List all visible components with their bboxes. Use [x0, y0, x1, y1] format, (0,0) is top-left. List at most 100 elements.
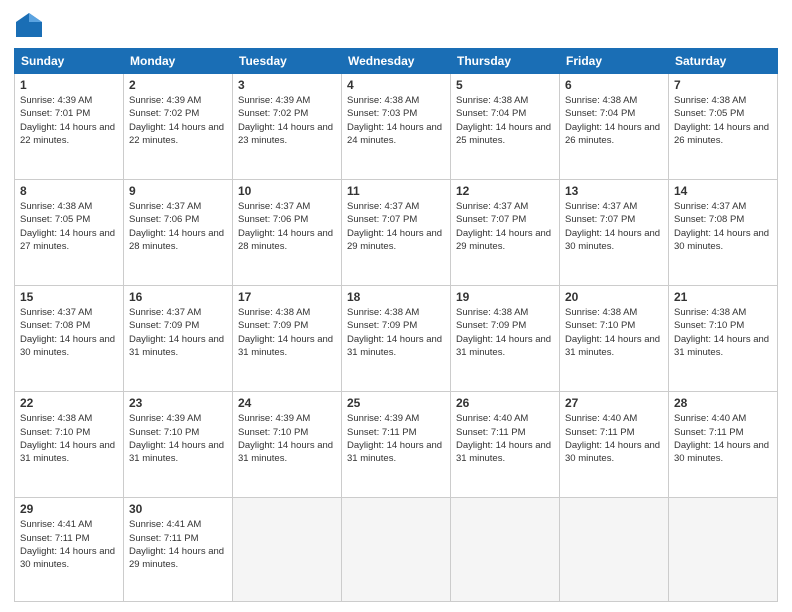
- calendar-header-sunday: Sunday: [15, 49, 124, 74]
- calendar-cell: 22 Sunrise: 4:38 AMSunset: 7:10 PMDayligh…: [15, 392, 124, 498]
- day-number: 8: [20, 184, 118, 198]
- day-info: Sunrise: 4:38 AMSunset: 7:10 PMDaylight:…: [674, 306, 772, 359]
- calendar-cell: 16 Sunrise: 4:37 AMSunset: 7:09 PMDayligh…: [124, 286, 233, 392]
- day-number: 2: [129, 78, 227, 92]
- day-info: Sunrise: 4:38 AMSunset: 7:09 PMDaylight:…: [238, 306, 336, 359]
- day-number: 25: [347, 396, 445, 410]
- day-info: Sunrise: 4:38 AMSunset: 7:04 PMDaylight:…: [456, 94, 554, 147]
- day-info: Sunrise: 4:40 AMSunset: 7:11 PMDaylight:…: [456, 412, 554, 465]
- calendar-header-tuesday: Tuesday: [233, 49, 342, 74]
- day-number: 4: [347, 78, 445, 92]
- day-info: Sunrise: 4:38 AMSunset: 7:05 PMDaylight:…: [674, 94, 772, 147]
- calendar-cell: 5 Sunrise: 4:38 AMSunset: 7:04 PMDaylight…: [451, 74, 560, 180]
- calendar-cell: 8 Sunrise: 4:38 AMSunset: 7:05 PMDaylight…: [15, 180, 124, 286]
- calendar-header-row: SundayMondayTuesdayWednesdayThursdayFrid…: [15, 49, 778, 74]
- day-info: Sunrise: 4:39 AMSunset: 7:02 PMDaylight:…: [129, 94, 227, 147]
- day-info: Sunrise: 4:39 AMSunset: 7:11 PMDaylight:…: [347, 412, 445, 465]
- calendar-cell: 17 Sunrise: 4:38 AMSunset: 7:09 PMDayligh…: [233, 286, 342, 392]
- calendar-header-monday: Monday: [124, 49, 233, 74]
- calendar-cell: 3 Sunrise: 4:39 AMSunset: 7:02 PMDaylight…: [233, 74, 342, 180]
- day-number: 18: [347, 290, 445, 304]
- calendar-header-saturday: Saturday: [669, 49, 778, 74]
- day-number: 5: [456, 78, 554, 92]
- day-info: Sunrise: 4:37 AMSunset: 7:06 PMDaylight:…: [129, 200, 227, 253]
- day-info: Sunrise: 4:37 AMSunset: 7:09 PMDaylight:…: [129, 306, 227, 359]
- logo: [14, 10, 48, 40]
- calendar-cell: 29Sunrise: 4:41 AMSunset: 7:11 PMDayligh…: [15, 498, 124, 602]
- calendar-cell: [233, 498, 342, 602]
- calendar-cell: 30Sunrise: 4:41 AMSunset: 7:11 PMDayligh…: [124, 498, 233, 602]
- day-number: 21: [674, 290, 772, 304]
- day-info: Sunrise: 4:38 AMSunset: 7:10 PMDaylight:…: [565, 306, 663, 359]
- day-number: 14: [674, 184, 772, 198]
- day-number: 23: [129, 396, 227, 410]
- day-number: 10: [238, 184, 336, 198]
- calendar-cell: 2 Sunrise: 4:39 AMSunset: 7:02 PMDaylight…: [124, 74, 233, 180]
- day-info: Sunrise: 4:38 AMSunset: 7:05 PMDaylight:…: [20, 200, 118, 253]
- day-info: Sunrise: 4:37 AMSunset: 7:07 PMDaylight:…: [565, 200, 663, 253]
- day-info: Sunrise: 4:37 AMSunset: 7:08 PMDaylight:…: [674, 200, 772, 253]
- day-info: Sunrise: 4:37 AMSunset: 7:07 PMDaylight:…: [456, 200, 554, 253]
- calendar-cell: 11 Sunrise: 4:37 AMSunset: 7:07 PMDayligh…: [342, 180, 451, 286]
- day-number: 6: [565, 78, 663, 92]
- calendar-cell: 14 Sunrise: 4:37 AMSunset: 7:08 PMDayligh…: [669, 180, 778, 286]
- day-number: 11: [347, 184, 445, 198]
- week-row-5: 29Sunrise: 4:41 AMSunset: 7:11 PMDayligh…: [15, 498, 778, 602]
- calendar-cell: 12 Sunrise: 4:37 AMSunset: 7:07 PMDayligh…: [451, 180, 560, 286]
- calendar-cell: 26Sunrise: 4:40 AMSunset: 7:11 PMDayligh…: [451, 392, 560, 498]
- calendar-cell: 20 Sunrise: 4:38 AMSunset: 7:10 PMDayligh…: [560, 286, 669, 392]
- calendar-cell: 13 Sunrise: 4:37 AMSunset: 7:07 PMDayligh…: [560, 180, 669, 286]
- calendar-cell: [560, 498, 669, 602]
- calendar-table: SundayMondayTuesdayWednesdayThursdayFrid…: [14, 48, 778, 602]
- header: [14, 10, 778, 40]
- calendar-cell: 4 Sunrise: 4:38 AMSunset: 7:03 PMDaylight…: [342, 74, 451, 180]
- calendar-cell: 27 Sunrise: 4:40 AMSunset: 7:11 PMDayligh…: [560, 392, 669, 498]
- day-info: Sunrise: 4:39 AMSunset: 7:02 PMDaylight:…: [238, 94, 336, 147]
- day-info: Sunrise: 4:38 AMSunset: 7:03 PMDaylight:…: [347, 94, 445, 147]
- day-number: 3: [238, 78, 336, 92]
- day-number: 28: [674, 396, 772, 410]
- calendar-cell: 28Sunrise: 4:40 AMSunset: 7:11 PMDayligh…: [669, 392, 778, 498]
- calendar-cell: [451, 498, 560, 602]
- day-number: 9: [129, 184, 227, 198]
- day-number: 19: [456, 290, 554, 304]
- calendar-cell: 6Sunrise: 4:38 AMSunset: 7:04 PMDaylight…: [560, 74, 669, 180]
- week-row-2: 8 Sunrise: 4:38 AMSunset: 7:05 PMDaylight…: [15, 180, 778, 286]
- calendar-header-wednesday: Wednesday: [342, 49, 451, 74]
- day-number: 20: [565, 290, 663, 304]
- week-row-4: 22 Sunrise: 4:38 AMSunset: 7:10 PMDayligh…: [15, 392, 778, 498]
- day-number: 17: [238, 290, 336, 304]
- day-info: Sunrise: 4:40 AMSunset: 7:11 PMDaylight:…: [565, 412, 663, 465]
- day-info: Sunrise: 4:39 AMSunset: 7:01 PMDaylight:…: [20, 94, 118, 147]
- day-number: 15: [20, 290, 118, 304]
- day-number: 27: [565, 396, 663, 410]
- calendar-header-thursday: Thursday: [451, 49, 560, 74]
- day-number: 12: [456, 184, 554, 198]
- day-info: Sunrise: 4:38 AMSunset: 7:09 PMDaylight:…: [347, 306, 445, 359]
- day-number: 1: [20, 78, 118, 92]
- page: SundayMondayTuesdayWednesdayThursdayFrid…: [0, 0, 792, 612]
- week-row-1: 1 Sunrise: 4:39 AMSunset: 7:01 PMDaylight…: [15, 74, 778, 180]
- calendar-cell: 24Sunrise: 4:39 AMSunset: 7:10 PMDayligh…: [233, 392, 342, 498]
- calendar-cell: [342, 498, 451, 602]
- calendar-body: 1 Sunrise: 4:39 AMSunset: 7:01 PMDaylight…: [15, 74, 778, 602]
- day-info: Sunrise: 4:41 AMSunset: 7:11 PMDaylight:…: [20, 518, 118, 571]
- logo-icon: [14, 10, 44, 40]
- day-number: 24: [238, 396, 336, 410]
- calendar-cell: 25 Sunrise: 4:39 AMSunset: 7:11 PMDayligh…: [342, 392, 451, 498]
- day-number: 16: [129, 290, 227, 304]
- calendar-cell: 15Sunrise: 4:37 AMSunset: 7:08 PMDayligh…: [15, 286, 124, 392]
- day-info: Sunrise: 4:38 AMSunset: 7:10 PMDaylight:…: [20, 412, 118, 465]
- day-number: 30: [129, 502, 227, 516]
- day-number: 22: [20, 396, 118, 410]
- calendar-cell: 7Sunrise: 4:38 AMSunset: 7:05 PMDaylight…: [669, 74, 778, 180]
- calendar-cell: 18 Sunrise: 4:38 AMSunset: 7:09 PMDayligh…: [342, 286, 451, 392]
- day-number: 13: [565, 184, 663, 198]
- day-info: Sunrise: 4:37 AMSunset: 7:07 PMDaylight:…: [347, 200, 445, 253]
- week-row-3: 15Sunrise: 4:37 AMSunset: 7:08 PMDayligh…: [15, 286, 778, 392]
- day-info: Sunrise: 4:37 AMSunset: 7:06 PMDaylight:…: [238, 200, 336, 253]
- calendar-cell: 10 Sunrise: 4:37 AMSunset: 7:06 PMDayligh…: [233, 180, 342, 286]
- calendar-cell: 19Sunrise: 4:38 AMSunset: 7:09 PMDayligh…: [451, 286, 560, 392]
- day-info: Sunrise: 4:39 AMSunset: 7:10 PMDaylight:…: [129, 412, 227, 465]
- calendar-cell: 1 Sunrise: 4:39 AMSunset: 7:01 PMDaylight…: [15, 74, 124, 180]
